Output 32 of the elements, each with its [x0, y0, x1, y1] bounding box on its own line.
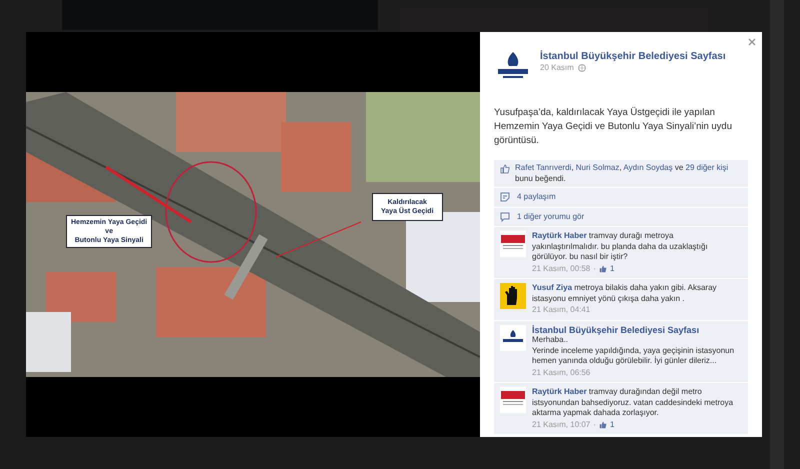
comment-author-link[interactable]: İstanbul Büyükşehir Belediyesi Sayfası [532, 324, 742, 335]
globe-icon [578, 64, 586, 72]
comment-text: Yusuf Ziya metroya bilakis daha yakın gibi. Aksaray istasyonu emniyet yönü çıkışa daha yakın . [532, 283, 718, 304]
person-link[interactable]: Rafet Tanrıverdi [515, 163, 572, 172]
comment-icon [500, 212, 510, 222]
comment-text: İstanbul Büyükşehir Belediyesi Sayfası Merhaba.. Yerinde inceleme yapıldığında, yaya geçişinin istasyonun hemen yanında olduğu görülebilir. İyi günler dileriz... [532, 324, 742, 366]
person-link[interactable]: 29 diğer kişi [686, 163, 728, 172]
post-text: Yusufpaşa’da, kaldırılacak Yaya Üstgeçidi ile yapılan Hemzemin Yaya Geçidi ve Butonlu Yaya Sinyali’nin uydu görüntüsü. [494, 106, 733, 148]
separator-dot: · [593, 264, 596, 274]
page-name-link[interactable]: İstanbul Büyükşehir Belediyesi Sayfası [540, 50, 726, 63]
avatar-logo-icon [500, 231, 526, 257]
like-count[interactable]: 1 [610, 420, 614, 430]
comment-author-link[interactable]: Yusuf Ziya [532, 283, 572, 292]
like-count[interactable]: 1 [610, 264, 614, 274]
shares-link[interactable]: 4 paylaşım [517, 192, 556, 202]
avatar-logo-icon [500, 324, 526, 350]
comment-author-link[interactable]: Raytürk Haber [532, 231, 587, 240]
comment-text: Raytürk Haber tramvay durağından değil metro istsyonundan bahsediyoruz. vatan caddesindeki metroya aktarma yapmak dahada zorlaşıyor. [532, 387, 734, 418]
hand-icon [500, 283, 526, 309]
more-comments-link[interactable]: 1 diğer yorumu gör [517, 212, 584, 222]
person-link[interactable]: Nuri Solmaz [576, 163, 620, 172]
separator-dot: · [593, 420, 596, 430]
avatar-logo-icon [500, 387, 526, 413]
thumbs-up-icon [500, 164, 510, 174]
likes-text: Rafet Tanrıverdi, Nuri Solmaz, Aydın Soydaş ve 29 diğer kişi bunu beğendi. [515, 163, 730, 184]
thumbs-up-icon [598, 420, 607, 429]
close-icon[interactable] [748, 38, 756, 46]
person-link[interactable]: Aydın Soydaş [623, 163, 673, 172]
thumbs-up-icon [598, 264, 607, 273]
comment-author-link[interactable]: Raytürk Haber [532, 387, 587, 396]
share-icon [500, 192, 510, 202]
comment-text: Raytürk Haber tramvay durağı metroya yakınlaştırılmalıdır. bu planda daha da uzaklaştığı görülüyor. bu nasıl bir iştir? [532, 231, 709, 262]
